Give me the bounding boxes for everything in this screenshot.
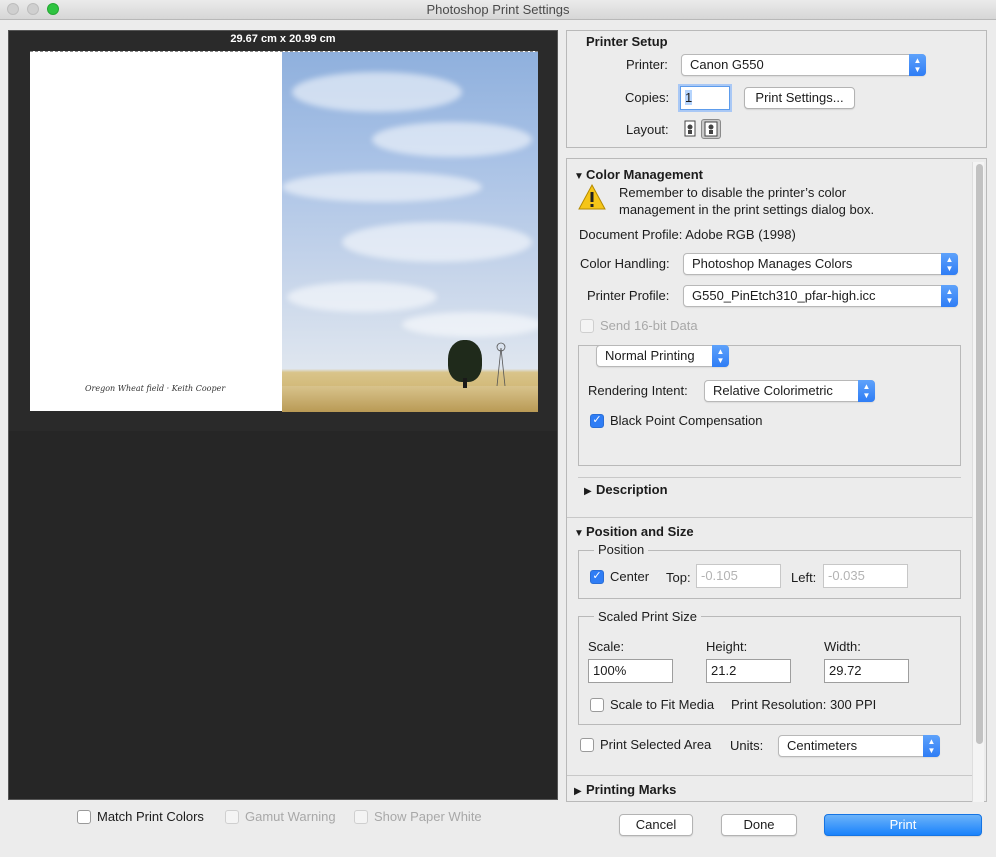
warning-text-line2: management in the print settings dialog …: [619, 202, 875, 217]
chevron-updown-icon: ▲ ▼: [923, 735, 940, 757]
preview-photo: [282, 52, 538, 412]
black-point-option[interactable]: Black Point Compensation: [590, 413, 762, 428]
gamut-warning-checkbox: [225, 809, 239, 824]
printer-setup-heading: Printer Setup: [586, 34, 668, 49]
settings-scroll-thumb[interactable]: [976, 164, 983, 744]
print-resolution-text: Print Resolution: 300 PPI: [731, 697, 877, 712]
chevron-updown-icon: ▲ ▼: [712, 345, 729, 367]
width-label: Width:: [824, 639, 861, 654]
chevron-updown-icon: ▲ ▼: [941, 253, 958, 275]
description-heading[interactable]: ▶ Description: [584, 482, 668, 497]
printer-select[interactable]: Canon G550 ▲ ▼: [681, 54, 926, 76]
scale-to-fit-checkbox[interactable]: [590, 697, 604, 712]
position-group-label: Position: [594, 542, 649, 557]
units-select[interactable]: Centimeters ▲ ▼: [778, 735, 940, 757]
print-preview: 29.67 cm x 20.99 cm Oregon Wheat field ·…: [8, 30, 558, 800]
landscape-layout-icon[interactable]: [701, 119, 721, 139]
scale-label: Scale:: [588, 639, 625, 654]
printer-profile-select[interactable]: G550_PinEtch310_pfar-high.icc ▲ ▼: [683, 285, 958, 307]
rendering-intent-select[interactable]: Relative Colorimetric ▲ ▼: [704, 380, 875, 402]
scale-input[interactable]: 100%: [588, 659, 673, 683]
printer-profile-label: Printer Profile:: [587, 288, 670, 303]
center-checkbox[interactable]: [590, 569, 604, 584]
left-label: Left:: [791, 570, 817, 585]
color-handling-label: Color Handling:: [580, 256, 670, 271]
color-handling-select[interactable]: Photoshop Manages Colors ▲ ▼: [683, 253, 958, 275]
send-16bit-checkbox: [580, 318, 594, 333]
copies-label: Copies:: [625, 90, 670, 105]
print-selected-area-checkbox[interactable]: [580, 737, 594, 752]
photo-caption: Oregon Wheat field · Keith Cooper: [85, 384, 226, 393]
printer-label: Printer:: [626, 57, 668, 72]
height-label: Height:: [706, 639, 748, 654]
warning-text-line1: Remember to disable the printer’s color: [619, 185, 847, 200]
top-input: -0.105: [696, 564, 781, 588]
window-title: Photoshop Print Settings: [426, 2, 570, 17]
cancel-button[interactable]: Cancel: [619, 814, 693, 836]
title-bar: Photoshop Print Settings: [0, 0, 996, 20]
settings-scroll-panel: ▼ Color Management Remember to disable th…: [566, 158, 987, 802]
show-paper-white-checkbox: [354, 809, 368, 824]
black-point-checkbox[interactable]: [590, 413, 604, 428]
chevron-updown-icon: ▲ ▼: [909, 54, 926, 76]
warning-icon: [578, 183, 606, 210]
width-input[interactable]: 29.72: [824, 659, 909, 683]
match-print-colors-checkbox[interactable]: [77, 809, 91, 824]
copies-input[interactable]: 1: [680, 86, 730, 110]
tree-shape: [448, 340, 482, 382]
units-label: Units:: [730, 738, 764, 753]
disclosure-open-icon: ▼: [574, 528, 584, 539]
printing-marks-heading[interactable]: ▶ Printing Marks: [574, 782, 676, 797]
match-print-colors-option[interactable]: Match Print Colors: [77, 809, 204, 824]
disclosure-closed-icon: ▶: [584, 486, 592, 497]
scaled-print-size-label: Scaled Print Size: [594, 609, 701, 624]
document-profile-text: Document Profile: Adobe RGB (1998): [579, 227, 796, 242]
chevron-updown-icon: ▲ ▼: [858, 380, 875, 402]
gamut-warning-option: Gamut Warning: [225, 809, 336, 824]
rendering-intent-label: Rendering Intent:: [588, 383, 688, 398]
done-button[interactable]: Done: [721, 814, 797, 836]
send-16bit-option: Send 16-bit Data: [580, 318, 698, 333]
left-input: -0.035: [823, 564, 908, 588]
print-selected-area-option[interactable]: Print Selected Area: [580, 737, 711, 752]
paper-dimensions-label: 29.67 cm x 20.99 cm: [230, 33, 336, 45]
preview-paper[interactable]: Oregon Wheat field · Keith Cooper: [30, 51, 538, 412]
settings-scrollbar[interactable]: [972, 162, 984, 802]
disclosure-open-icon: ▼: [574, 171, 584, 182]
portrait-layout-icon[interactable]: [682, 120, 698, 138]
windmill-shape: [496, 342, 506, 386]
print-button[interactable]: Print: [824, 814, 982, 836]
top-label: Top:: [666, 570, 691, 585]
chevron-updown-icon: ▲ ▼: [941, 285, 958, 307]
height-input[interactable]: 21.2: [706, 659, 791, 683]
normal-printing-select[interactable]: Normal Printing ▲ ▼: [596, 345, 729, 367]
print-settings-button[interactable]: Print Settings...: [744, 87, 855, 109]
position-size-heading[interactable]: ▼ Position and Size: [574, 524, 694, 539]
layout-label: Layout:: [626, 122, 669, 137]
disclosure-closed-icon: ▶: [574, 786, 582, 797]
scale-to-fit-option[interactable]: Scale to Fit Media: [590, 697, 714, 712]
center-option[interactable]: Center: [590, 569, 649, 584]
color-management-heading[interactable]: ▼ Color Management: [574, 167, 703, 182]
show-paper-white-option: Show Paper White: [354, 809, 482, 824]
printer-setup-panel: Printer Setup Printer: Canon G550 ▲ ▼ Cop…: [566, 30, 987, 148]
